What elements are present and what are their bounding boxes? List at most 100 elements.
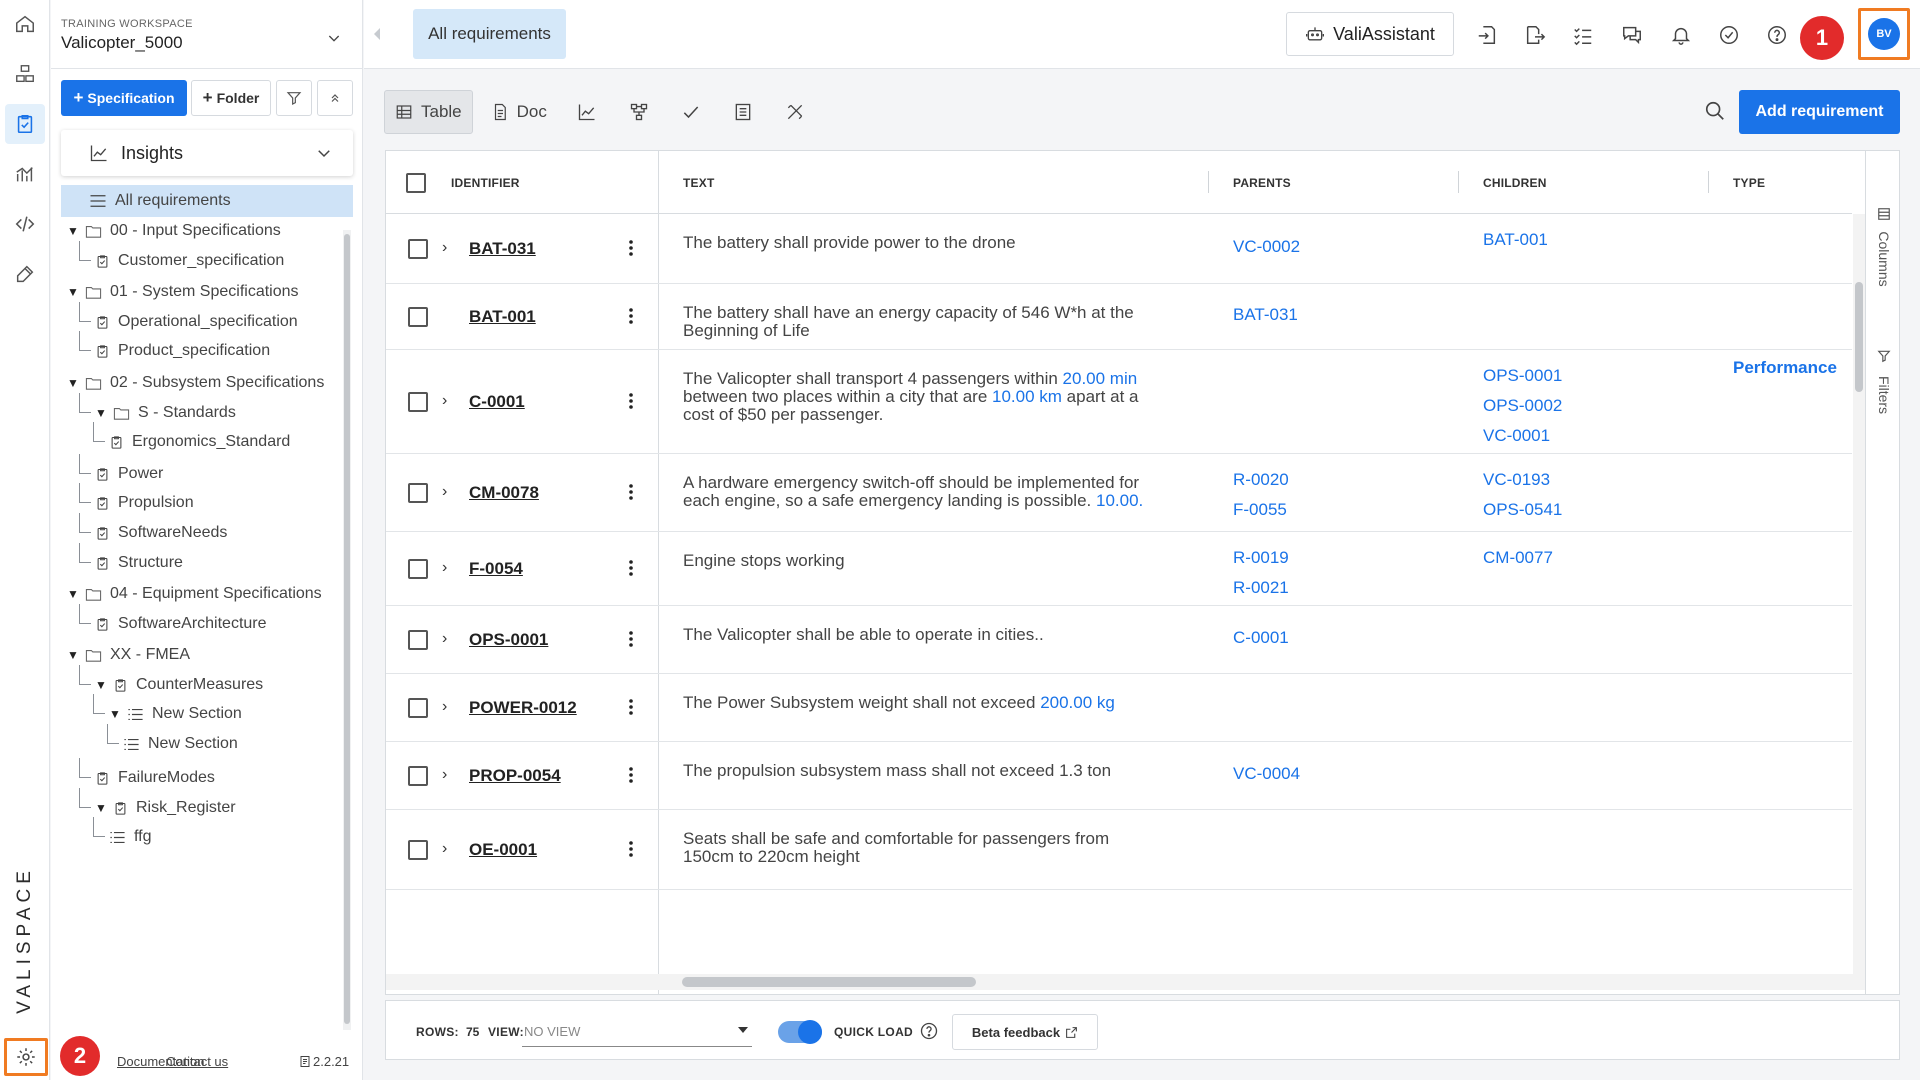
view-select[interactable]: NO VIEW — [522, 1017, 752, 1047]
caret-down-icon[interactable]: ▼ — [67, 648, 85, 662]
requirement-text[interactable]: The Valicopter shall be able to operate … — [683, 626, 1153, 644]
add-specification-button[interactable]: + Specification — [61, 80, 187, 116]
tree-item[interactable]: ▼ S - Standards — [95, 397, 236, 429]
requirement-identifier[interactable]: F-0054 — [469, 559, 523, 579]
tree-item[interactable]: Ergonomics_Standard — [109, 426, 290, 458]
requirement-text[interactable]: Seats shall be safe and comfortable for … — [683, 830, 1153, 866]
tree-item[interactable]: ▼ 04 - Equipment Specifications — [67, 578, 322, 610]
child-link[interactable]: OPS-0001 — [1483, 366, 1562, 396]
tree-item[interactable]: ▼ Risk_Register — [95, 792, 236, 824]
columns-panel-toggle[interactable]: Columns — [1876, 231, 1892, 286]
chart-view-button[interactable] — [565, 90, 609, 134]
row-checkbox[interactable] — [408, 840, 428, 860]
add-folder-button[interactable]: + Folder — [191, 80, 271, 116]
requirement-identifier[interactable]: OPS-0001 — [469, 630, 548, 650]
tree-item[interactable]: SoftwareNeeds — [95, 517, 227, 549]
requirement-identifier[interactable]: OE-0001 — [469, 840, 537, 860]
row-checkbox[interactable] — [408, 698, 428, 718]
column-parents[interactable]: PARENTS — [1233, 151, 1291, 214]
quick-load-toggle[interactable] — [778, 1020, 822, 1044]
filter-button[interactable] — [276, 80, 312, 116]
tree-item-all-requirements[interactable]: All requirements — [61, 185, 353, 217]
more-vertical-icon[interactable] — [628, 630, 634, 648]
requirement-identifier[interactable]: BAT-031 — [469, 239, 536, 259]
row-checkbox[interactable] — [408, 630, 428, 650]
code-icon[interactable] — [5, 204, 45, 244]
row-checkbox[interactable] — [408, 483, 428, 503]
valiassistant-button[interactable]: ValiAssistant — [1286, 12, 1454, 56]
tree-item[interactable]: SoftwareArchitecture — [95, 608, 267, 640]
contact-us-link[interactable]: Contact us — [166, 1054, 228, 1069]
requirement-identifier[interactable]: CM-0078 — [469, 483, 539, 503]
checklist-icon[interactable] — [1570, 22, 1596, 48]
row-checkbox[interactable] — [408, 392, 428, 412]
add-requirement-button[interactable]: Add requirement — [1739, 90, 1900, 134]
table-row[interactable]: › CM-0078 A hardware emergency switch-off … — [386, 454, 1852, 532]
collapse-all-button[interactable] — [317, 80, 353, 116]
parent-link[interactable]: VC-0004 — [1233, 764, 1300, 794]
tree-view-button[interactable] — [617, 90, 661, 134]
report-view-button[interactable] — [721, 90, 765, 134]
tree-scrollbar[interactable] — [343, 230, 351, 1030]
requirement-text[interactable]: The Power Subsystem weight shall not exc… — [683, 694, 1153, 712]
tree-item[interactable]: ▼ 02 - Subsystem Specifications — [67, 367, 324, 399]
requirement-type[interactable]: Performance — [1733, 358, 1837, 378]
chevron-right-icon[interactable]: › — [442, 483, 447, 501]
child-link[interactable]: CM-0077 — [1483, 548, 1553, 578]
doc-view-button[interactable]: Doc — [481, 90, 557, 134]
more-vertical-icon[interactable] — [628, 840, 634, 858]
tree-item[interactable]: Operational_specification — [95, 306, 298, 338]
column-children[interactable]: CHILDREN — [1483, 151, 1547, 214]
chevron-right-icon[interactable]: › — [442, 630, 447, 648]
more-vertical-icon[interactable] — [628, 307, 634, 325]
settings-button[interactable] — [4, 1038, 48, 1076]
import-icon[interactable] — [1474, 22, 1500, 48]
table-row[interactable]: › OE-0001 Seats shall be safe and comforta… — [386, 810, 1852, 890]
analytics-icon[interactable] — [5, 154, 45, 194]
caret-down-icon[interactable]: ▼ — [95, 406, 113, 420]
caret-down-icon[interactable]: ▼ — [95, 801, 113, 815]
requirements-icon[interactable] — [5, 104, 45, 144]
row-checkbox[interactable] — [408, 559, 428, 579]
collapse-panel-icon[interactable] — [372, 26, 382, 42]
requirement-identifier[interactable]: BAT-001 — [469, 307, 536, 327]
caret-down-icon[interactable]: ▼ — [67, 285, 85, 299]
insights-dropdown[interactable]: Insights — [61, 130, 353, 176]
table-row[interactable]: BAT-001 The battery shall have an energy … — [386, 284, 1852, 350]
child-link[interactable]: OPS-0541 — [1483, 500, 1562, 530]
table-vertical-scrollbar[interactable] — [1853, 214, 1865, 974]
verification-view-button[interactable] — [669, 90, 713, 134]
user-avatar-button[interactable]: BV — [1858, 8, 1910, 60]
tree-item[interactable]: Power — [95, 458, 163, 490]
child-link[interactable]: OPS-0002 — [1483, 396, 1562, 426]
child-link[interactable]: VC-0193 — [1483, 470, 1562, 500]
caret-down-icon[interactable]: ▼ — [67, 376, 85, 390]
table-row[interactable]: › PROP-0054 The propulsion subsystem mass … — [386, 742, 1852, 810]
filters-panel-toggle[interactable]: Filters — [1876, 376, 1892, 414]
tab-all-requirements[interactable]: All requirements — [413, 9, 566, 59]
chevron-right-icon[interactable]: › — [442, 239, 447, 257]
chevron-right-icon[interactable]: › — [442, 766, 447, 784]
chevron-right-icon[interactable]: › — [442, 559, 447, 577]
tree-item[interactable]: ▼ 01 - System Specifications — [67, 276, 299, 308]
discussions-icon[interactable] — [1619, 22, 1645, 48]
requirement-identifier[interactable]: C-0001 — [469, 392, 525, 412]
column-identifier[interactable]: IDENTIFIER — [451, 151, 520, 214]
tree-item[interactable]: Customer_specification — [95, 245, 284, 277]
bell-icon[interactable] — [1668, 22, 1694, 48]
table-row[interactable]: › POWER-0012 The Power Subsystem weight sh… — [386, 674, 1852, 742]
tree-item[interactable]: ▼ CounterMeasures — [95, 669, 263, 701]
chevron-right-icon[interactable]: › — [442, 392, 447, 410]
child-link[interactable]: VC-0001 — [1483, 426, 1562, 456]
tools-view-button[interactable] — [773, 90, 817, 134]
column-type[interactable]: TYPE — [1733, 151, 1765, 214]
export-icon[interactable] — [1522, 22, 1548, 48]
more-vertical-icon[interactable] — [628, 698, 634, 716]
requirement-text[interactable]: The propulsion subsystem mass shall not … — [683, 762, 1153, 780]
parent-link[interactable]: BAT-031 — [1233, 305, 1298, 335]
table-row[interactable]: › BAT-031 The battery shall provide power … — [386, 214, 1852, 284]
parent-link[interactable]: C-0001 — [1233, 628, 1289, 658]
caret-down-icon[interactable]: ▼ — [109, 707, 127, 721]
table-row[interactable]: › C-0001 The Valicopter shall transport 4 … — [386, 350, 1852, 454]
select-all-checkbox[interactable] — [406, 172, 426, 193]
